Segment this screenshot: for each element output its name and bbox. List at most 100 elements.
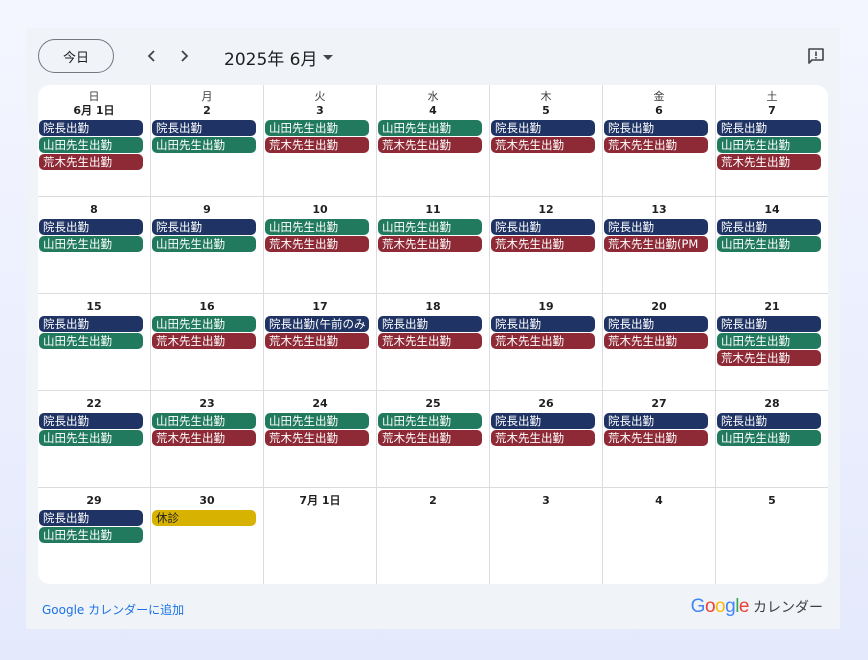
day-cell[interactable]: 15 院長出勤 山田先生出勤 <box>38 294 151 391</box>
day-cell[interactable]: 14 院長出勤 山田先生出勤 <box>716 197 828 294</box>
day-cell[interactable]: 日 6月 1日 院長出勤 山田先生出勤 荒木先生出勤 <box>38 85 151 197</box>
day-cell[interactable]: 土 7 院長出勤 山田先生出勤 荒木先生出勤 <box>716 85 828 197</box>
event-chip[interactable]: 院長出勤 <box>717 219 821 235</box>
day-cell[interactable]: 19 院長出勤 荒木先生出勤 <box>490 294 603 391</box>
event-chip[interactable]: 院長出勤 <box>717 413 821 429</box>
event-chip[interactable]: 山田先生出勤 <box>378 120 482 136</box>
day-cell[interactable]: 24 山田先生出勤 荒木先生出勤 <box>264 391 377 488</box>
feedback-icon[interactable] <box>804 44 828 68</box>
event-chip[interactable]: 院長出勤(午前のみ <box>265 316 369 332</box>
day-cell[interactable]: 13 院長出勤 荒木先生出勤(PM <box>603 197 716 294</box>
event-chip[interactable]: 山田先生出勤 <box>265 219 369 235</box>
event-chip[interactable]: 院長出勤 <box>39 413 143 429</box>
event-chip[interactable]: 山田先生出勤 <box>152 413 256 429</box>
event-chip[interactable]: 院長出勤 <box>491 316 595 332</box>
event-chip[interactable]: 荒木先生出勤 <box>152 333 256 349</box>
event-chip[interactable]: 院長出勤 <box>39 510 143 526</box>
day-cell[interactable]: 金 6 院長出勤 荒木先生出勤 <box>603 85 716 197</box>
day-cell[interactable]: 4 <box>603 488 716 584</box>
event-chip[interactable]: 院長出勤 <box>604 413 708 429</box>
day-cell[interactable]: 火 3 山田先生出勤 荒木先生出勤 <box>264 85 377 197</box>
event-chip[interactable]: 荒木先生出勤 <box>378 236 482 252</box>
chevron-left-icon[interactable] <box>140 44 164 68</box>
today-button[interactable]: 今日 <box>38 39 114 73</box>
event-chip[interactable]: 山田先生出勤 <box>717 333 821 349</box>
event-chip[interactable]: 院長出勤 <box>491 120 595 136</box>
event-chip[interactable]: 荒木先生出勤 <box>378 137 482 153</box>
day-cell[interactable]: 30 休診 <box>151 488 264 584</box>
event-chip[interactable]: 院長出勤 <box>717 316 821 332</box>
day-cell[interactable]: 木 5 院長出勤 荒木先生出勤 <box>490 85 603 197</box>
event-chip[interactable]: 山田先生出勤 <box>717 430 821 446</box>
event-chip[interactable]: 山田先生出勤 <box>265 120 369 136</box>
event-chip[interactable]: 山田先生出勤 <box>378 219 482 235</box>
event-chip[interactable]: 荒木先生出勤 <box>265 430 369 446</box>
day-cell[interactable]: 水 4 山田先生出勤 荒木先生出勤 <box>377 85 490 197</box>
event-chip[interactable]: 荒木先生出勤 <box>717 350 821 366</box>
event-chip[interactable]: 山田先生出勤 <box>717 236 821 252</box>
day-cell[interactable]: 27 院長出勤 荒木先生出勤 <box>603 391 716 488</box>
event-chip[interactable]: 山田先生出勤 <box>152 137 256 153</box>
day-cell[interactable]: 26 院長出勤 荒木先生出勤 <box>490 391 603 488</box>
event-chip[interactable]: 荒木先生出勤 <box>265 333 369 349</box>
day-cell[interactable]: 3 <box>490 488 603 584</box>
day-cell[interactable]: 17 院長出勤(午前のみ 荒木先生出勤 <box>264 294 377 391</box>
day-cell[interactable]: 23 山田先生出勤 荒木先生出勤 <box>151 391 264 488</box>
event-chip[interactable]: 山田先生出勤 <box>265 413 369 429</box>
event-chip[interactable]: 荒木先生出勤 <box>265 137 369 153</box>
event-chip[interactable]: 荒木先生出勤 <box>604 333 708 349</box>
event-chip[interactable]: 荒木先生出勤 <box>265 236 369 252</box>
event-chip[interactable]: 休診 <box>152 510 256 526</box>
event-chip[interactable]: 山田先生出勤 <box>39 527 143 543</box>
event-chip[interactable]: 荒木先生出勤 <box>491 137 595 153</box>
event-chip[interactable]: 院長出勤 <box>604 219 708 235</box>
event-chip[interactable]: 院長出勤 <box>39 120 143 136</box>
event-chip[interactable]: 院長出勤 <box>491 219 595 235</box>
day-cell[interactable]: 2 <box>377 488 490 584</box>
day-cell[interactable]: 16 山田先生出勤 荒木先生出勤 <box>151 294 264 391</box>
event-chip[interactable]: 院長出勤 <box>39 219 143 235</box>
day-cell[interactable]: 10 山田先生出勤 荒木先生出勤 <box>264 197 377 294</box>
day-cell[interactable]: 21 院長出勤 山田先生出勤 荒木先生出勤 <box>716 294 828 391</box>
add-to-google-calendar-link[interactable]: Google カレンダーに追加 <box>42 601 184 618</box>
event-chip[interactable]: 荒木先生出勤 <box>378 430 482 446</box>
event-chip[interactable]: 院長出勤 <box>491 413 595 429</box>
event-chip[interactable]: 院長出勤 <box>152 120 256 136</box>
event-chip[interactable]: 山田先生出勤 <box>39 137 143 153</box>
event-chip[interactable]: 荒木先生出勤 <box>378 333 482 349</box>
event-chip[interactable]: 山田先生出勤 <box>717 137 821 153</box>
day-cell[interactable]: 12 院長出勤 荒木先生出勤 <box>490 197 603 294</box>
event-chip[interactable]: 院長出勤 <box>604 120 708 136</box>
day-cell[interactable]: 8 院長出勤 山田先生出勤 <box>38 197 151 294</box>
event-chip[interactable]: 荒木先生出勤 <box>39 154 143 170</box>
event-chip[interactable]: 荒木先生出勤 <box>491 236 595 252</box>
event-chip[interactable]: 荒木先生出勤 <box>604 430 708 446</box>
event-chip[interactable]: 院長出勤 <box>717 120 821 136</box>
day-cell[interactable]: 5 <box>716 488 828 584</box>
event-chip[interactable]: 荒木先生出勤 <box>491 333 595 349</box>
event-chip[interactable]: 院長出勤 <box>378 316 482 332</box>
day-cell[interactable]: 18 院長出勤 荒木先生出勤 <box>377 294 490 391</box>
day-cell[interactable]: 25 山田先生出勤 荒木先生出勤 <box>377 391 490 488</box>
event-chip[interactable]: 山田先生出勤 <box>152 236 256 252</box>
event-chip[interactable]: 院長出勤 <box>604 316 708 332</box>
month-selector[interactable]: 2025年 6月 <box>224 45 334 70</box>
chevron-right-icon[interactable] <box>172 44 196 68</box>
event-chip[interactable]: 荒木先生出勤(PM <box>604 236 708 252</box>
event-chip[interactable]: 院長出勤 <box>39 316 143 332</box>
event-chip[interactable]: 山田先生出勤 <box>378 413 482 429</box>
day-cell[interactable]: 11 山田先生出勤 荒木先生出勤 <box>377 197 490 294</box>
google-calendar-logo[interactable]: Google カレンダー <box>691 596 823 618</box>
event-chip[interactable]: 院長出勤 <box>152 219 256 235</box>
day-cell[interactable]: 9 院長出勤 山田先生出勤 <box>151 197 264 294</box>
day-cell[interactable]: 22 院長出勤 山田先生出勤 <box>38 391 151 488</box>
day-cell[interactable]: 月 2 院長出勤 山田先生出勤 <box>151 85 264 197</box>
day-cell[interactable]: 29 院長出勤 山田先生出勤 <box>38 488 151 584</box>
event-chip[interactable]: 荒木先生出勤 <box>604 137 708 153</box>
event-chip[interactable]: 荒木先生出勤 <box>491 430 595 446</box>
event-chip[interactable]: 山田先生出勤 <box>39 333 143 349</box>
event-chip[interactable]: 荒木先生出勤 <box>717 154 821 170</box>
event-chip[interactable]: 山田先生出勤 <box>39 430 143 446</box>
event-chip[interactable]: 荒木先生出勤 <box>152 430 256 446</box>
day-cell[interactable]: 7月 1日 <box>264 488 377 584</box>
